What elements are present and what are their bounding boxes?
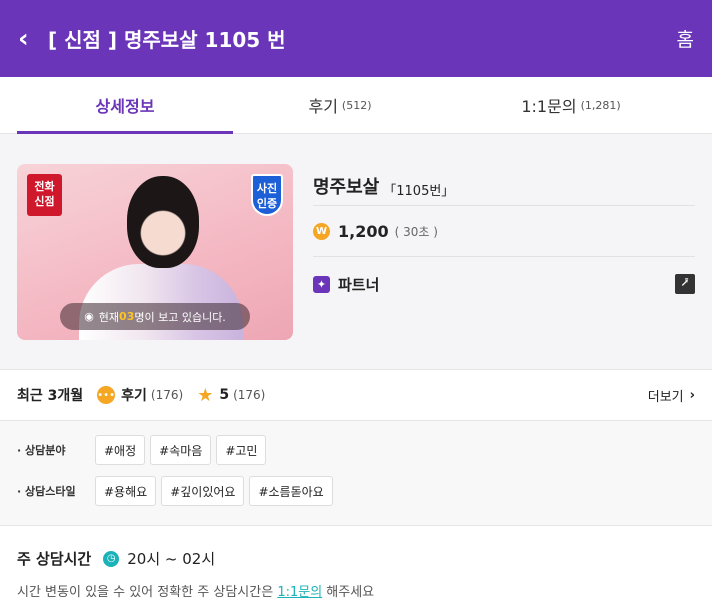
person-face: [127, 176, 199, 268]
note-suffix: 해주세요: [322, 585, 375, 600]
style-tag-row: · 상담스타일 #용해요 #깊이있어요 #소름돋아요: [17, 476, 695, 506]
page-title: [ 신점 ] 명주보살 1105 번: [48, 28, 286, 52]
viewers-pill: ◉ 현재 03 명이 보고 있습니다.: [60, 303, 250, 330]
review-period: 최근 3개월: [17, 388, 84, 404]
home-button[interactable]: 홈: [677, 25, 694, 52]
tag[interactable]: #소름돋아요: [249, 476, 333, 506]
viewers-prefix: 현재: [98, 310, 120, 324]
hours-section: 주 상담시간 ◷ 20시 ~ 02시 시간 변동이 있을 수 있어 정확한 주 …: [0, 526, 712, 600]
chat-bubble-icon: •••: [97, 386, 116, 404]
top-bar: ‹ [ 신점 ] 명주보살 1105 번 홈: [0, 0, 712, 77]
price-unit: ( 30초 ): [394, 224, 438, 239]
profile-section: 전화 신점 사진 인증 ◉ 현재 03 명이 보고 있습니다. 명주보살 「11…: [0, 134, 712, 370]
tag[interactable]: #용해요: [95, 476, 157, 506]
tags-section: · 상담분야 #애정 #속마음 #고민 · 상담스타일 #용해요 #깊이있어요 …: [0, 421, 712, 526]
review-summary: 최근 3개월 ••• 후기 (176) ★ 5 (176) 더보기 ›: [0, 370, 712, 421]
price-row: W 1,200 ( 30초 ): [313, 206, 695, 257]
chevron-left-icon[interactable]: ‹: [18, 24, 48, 54]
photo-verified-badge: 사진 인증: [251, 174, 283, 216]
field-tag-row: · 상담분야 #애정 #속마음 #고민: [17, 435, 695, 465]
partner-icon: ✦: [313, 275, 330, 293]
tab-detail[interactable]: 상세정보: [0, 77, 250, 133]
tab-inquiry-count: (1,281): [580, 98, 621, 112]
coin-icon: W: [313, 222, 330, 240]
field-label: · 상담분야: [17, 444, 66, 457]
tag[interactable]: #애정: [95, 435, 146, 465]
tab-reviews[interactable]: 후기 (512): [250, 77, 430, 133]
tab-bar: 상세정보 후기 (512) 1:1문의 (1,281): [0, 77, 712, 134]
hours-row: 주 상담시간 ◷ 20시 ~ 02시: [17, 548, 695, 569]
share-icon[interactable]: ⭷: [675, 274, 695, 294]
tab-detail-label: 상세정보: [95, 97, 155, 116]
viewers-suffix: 명이 보고 있습니다.: [134, 310, 226, 324]
counselor-number: 「1105번」: [383, 184, 455, 199]
tab-reviews-count: (512): [341, 98, 372, 112]
star-icon: ★: [197, 384, 214, 406]
hours-title: 주 상담시간: [17, 550, 92, 568]
clock-icon: ◷: [103, 550, 120, 567]
partner-label: 파트너: [338, 275, 380, 294]
partner-row: ✦ 파트너 ⭷: [313, 257, 695, 311]
rating-count: (176): [233, 388, 266, 402]
call-badge: 전화 신점: [27, 174, 62, 216]
hours-note: 시간 변동이 있을 수 있어 정확한 주 상담시간은 1:1문의 해주세요: [17, 581, 695, 600]
hours-value: 20시 ~ 02시: [127, 550, 216, 568]
tab-inquiry[interactable]: 1:1문의 (1,281): [430, 77, 712, 133]
tag[interactable]: #깊이있어요: [161, 476, 245, 506]
tab-reviews-label: 후기: [308, 97, 338, 116]
inquiry-link[interactable]: 1:1문의: [277, 585, 322, 600]
price: 1,200: [338, 221, 389, 241]
eye-icon: ◉: [84, 310, 94, 323]
counselor-name: 명주보살: [313, 177, 380, 198]
viewers-count: 03: [119, 310, 135, 323]
tag[interactable]: #고민: [216, 435, 267, 465]
note-prefix: 시간 변동이 있을 수 있어 정확한 주 상담시간은: [17, 585, 278, 600]
profile-info: 명주보살 「1105번」 W 1,200 ( 30초 ) ✦ 파트너 ⭷: [313, 164, 695, 369]
review-label: 후기: [121, 388, 147, 404]
more-link[interactable]: 더보기: [648, 386, 684, 405]
chevron-right-icon[interactable]: ›: [690, 388, 695, 403]
review-count: (176): [150, 388, 184, 402]
tab-inquiry-label: 1:1문의: [521, 97, 577, 116]
style-label: · 상담스타일: [17, 485, 76, 498]
name-row: 명주보살 「1105번」: [313, 164, 695, 206]
tag[interactable]: #속마음: [150, 435, 212, 465]
rating-score: 5: [219, 387, 230, 403]
counselor-photo: 전화 신점 사진 인증 ◉ 현재 03 명이 보고 있습니다.: [17, 164, 293, 340]
